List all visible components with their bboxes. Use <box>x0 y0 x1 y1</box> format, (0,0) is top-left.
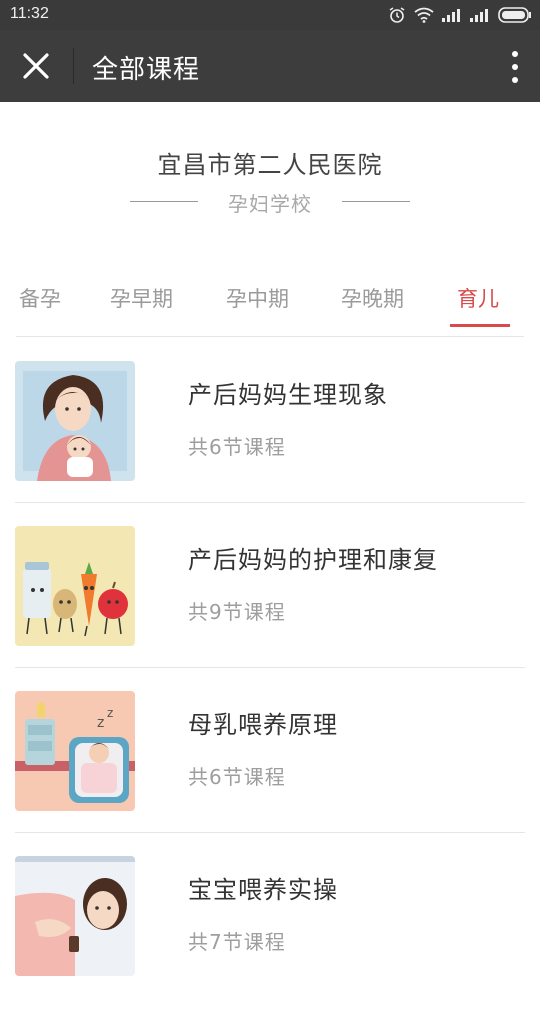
list-divider <box>15 832 525 833</box>
hospital-name: 宜昌市第二人民医院 <box>157 151 383 179</box>
tabs-divider <box>16 336 524 337</box>
status-bar: 11:32 <box>0 0 540 30</box>
alarm-icon <box>389 7 405 23</box>
course-title: 产后妈妈生理现象 <box>188 381 388 409</box>
course-thumbnail <box>15 856 135 976</box>
school-name: 孕妇学校 <box>228 192 312 216</box>
tab-parenting[interactable]: 育儿 <box>457 283 499 313</box>
course-lesson-count: 共6节课程 <box>188 435 286 459</box>
page-title: 全部课程 <box>92 55 201 85</box>
header-divider <box>73 48 74 84</box>
course-thumbnail <box>15 526 135 646</box>
course-title: 产后妈妈的护理和康复 <box>188 546 438 574</box>
course-lesson-count: 共7节课程 <box>188 930 286 954</box>
status-icons <box>388 6 532 24</box>
list-divider <box>15 502 525 503</box>
tab-early-pregnancy[interactable]: 孕早期 <box>110 283 173 313</box>
signal-icon <box>442 9 460 22</box>
battery-icon <box>498 7 531 23</box>
active-tab-indicator <box>450 324 510 327</box>
course-title: 母乳喂养原理 <box>188 711 338 739</box>
course-title: 宝宝喂养实操 <box>188 876 338 904</box>
app-header: 全部课程 <box>0 30 540 102</box>
school-subtitle: 孕妇学校 <box>0 186 540 216</box>
course-thumbnail: z z <box>15 691 135 811</box>
course-lesson-count: 共9节课程 <box>188 600 286 624</box>
course-lesson-count: 共6节课程 <box>188 765 286 789</box>
decor-line-right <box>342 201 410 202</box>
course-thumbnail <box>15 361 135 481</box>
wifi-icon <box>414 7 434 23</box>
status-time: 11:32 <box>10 5 49 22</box>
list-divider <box>15 667 525 668</box>
hospital-info: 宜昌市第二人民医院 <box>0 145 540 180</box>
stage-tabs: 备孕 孕早期 孕中期 孕晚期 育儿 <box>0 280 540 338</box>
svg-text:z: z <box>107 706 113 720</box>
signal-icon-2 <box>470 9 488 22</box>
tab-beiyun[interactable]: 备孕 <box>19 283 61 313</box>
course-item[interactable]: 产后妈妈生理现象 共6节课程 <box>0 361 540 526</box>
course-item[interactable]: z z 母乳喂养原理 共6节课程 <box>0 691 540 856</box>
course-item[interactable]: 产后妈妈的护理和康复 共9节课程 <box>0 526 540 691</box>
svg-text:z: z <box>97 715 104 731</box>
close-icon[interactable] <box>18 48 54 84</box>
more-options-icon[interactable] <box>510 50 520 84</box>
tab-late-pregnancy[interactable]: 孕晚期 <box>341 283 404 313</box>
course-item[interactable]: 宝宝喂养实操 共7节课程 <box>0 856 540 1021</box>
tab-mid-pregnancy[interactable]: 孕中期 <box>226 283 289 313</box>
